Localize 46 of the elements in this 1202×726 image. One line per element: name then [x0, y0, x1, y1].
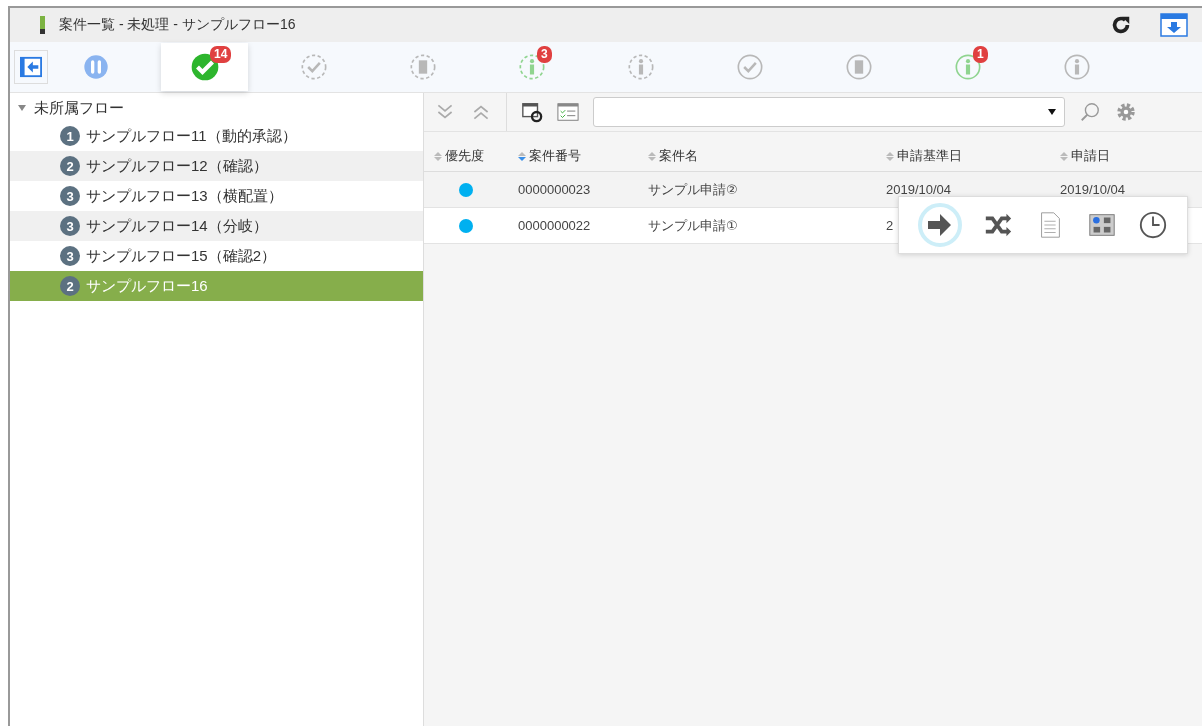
filter-dropdown[interactable] — [593, 97, 1065, 127]
count-badge: 2 — [60, 276, 80, 296]
table-cell: サンプル申請① — [648, 217, 738, 233]
flow-item[interactable]: 1 サンプルフロー11（動的承認） — [10, 121, 423, 151]
caret-icon — [1048, 109, 1056, 115]
arrow-right-icon[interactable] — [917, 203, 962, 247]
table-cell: 2019/10/04 — [1060, 182, 1126, 197]
table-cell: 2 — [886, 218, 894, 233]
refresh-icon[interactable] — [1110, 14, 1132, 36]
table-cell: サンプル申請② — [648, 181, 738, 197]
table-cell: 2019/10/04 — [886, 182, 952, 197]
expand-triangle-icon[interactable] — [18, 105, 26, 111]
count-badge: 14 — [210, 46, 232, 63]
count-badge: 3 — [537, 46, 552, 63]
count-badge: 1 — [973, 46, 988, 63]
status-tab[interactable]: 1 — [924, 43, 1011, 91]
column-header[interactable]: 優先度 — [424, 147, 508, 165]
count-badge: 1 — [60, 126, 80, 146]
column-header[interactable]: 申請基準日 — [876, 147, 1050, 165]
count-badge: 3 — [60, 186, 80, 206]
collapse-panel-button[interactable] — [14, 50, 48, 84]
clock-icon[interactable] — [1138, 210, 1169, 240]
status-tab[interactable]: 14 — [161, 43, 248, 91]
count-badge: 3 — [60, 246, 80, 266]
window-title: 案件一覧 - 未処理 - サンプルフロー16 — [59, 16, 296, 34]
flow-item[interactable]: 2 サンプルフロー16 — [10, 271, 423, 301]
settings-icon[interactable] — [1115, 101, 1137, 123]
flow-item[interactable]: 2 サンプルフロー12（確認） — [10, 151, 423, 181]
tree-folder[interactable]: 未所属フロー — [10, 95, 423, 121]
folder-label: 未所属フロー — [34, 98, 124, 118]
count-badge: 2 — [60, 156, 80, 176]
flow-item[interactable]: 3 サンプルフロー14（分岐） — [10, 211, 423, 241]
column-header[interactable]: 案件名 — [638, 147, 876, 165]
search-icon[interactable] — [1079, 101, 1101, 123]
table-cell: 0000000023 — [518, 182, 591, 197]
checklist-icon[interactable] — [557, 101, 579, 123]
flow-item[interactable]: 3 サンプルフロー15（確認2） — [10, 241, 423, 271]
column-header[interactable]: 案件番号 — [508, 147, 638, 165]
status-tab[interactable]: 3 — [488, 43, 575, 91]
app-logo-icon — [40, 16, 45, 34]
column-header[interactable]: 申請日 — [1050, 147, 1190, 165]
count-badge: 3 — [60, 216, 80, 236]
download-icon[interactable] — [1160, 13, 1188, 37]
refresh-window-icon[interactable] — [521, 101, 543, 123]
flow-item[interactable]: 3 サンプルフロー13（横配置） — [10, 181, 423, 211]
table-cell: 0000000022 — [518, 218, 591, 233]
